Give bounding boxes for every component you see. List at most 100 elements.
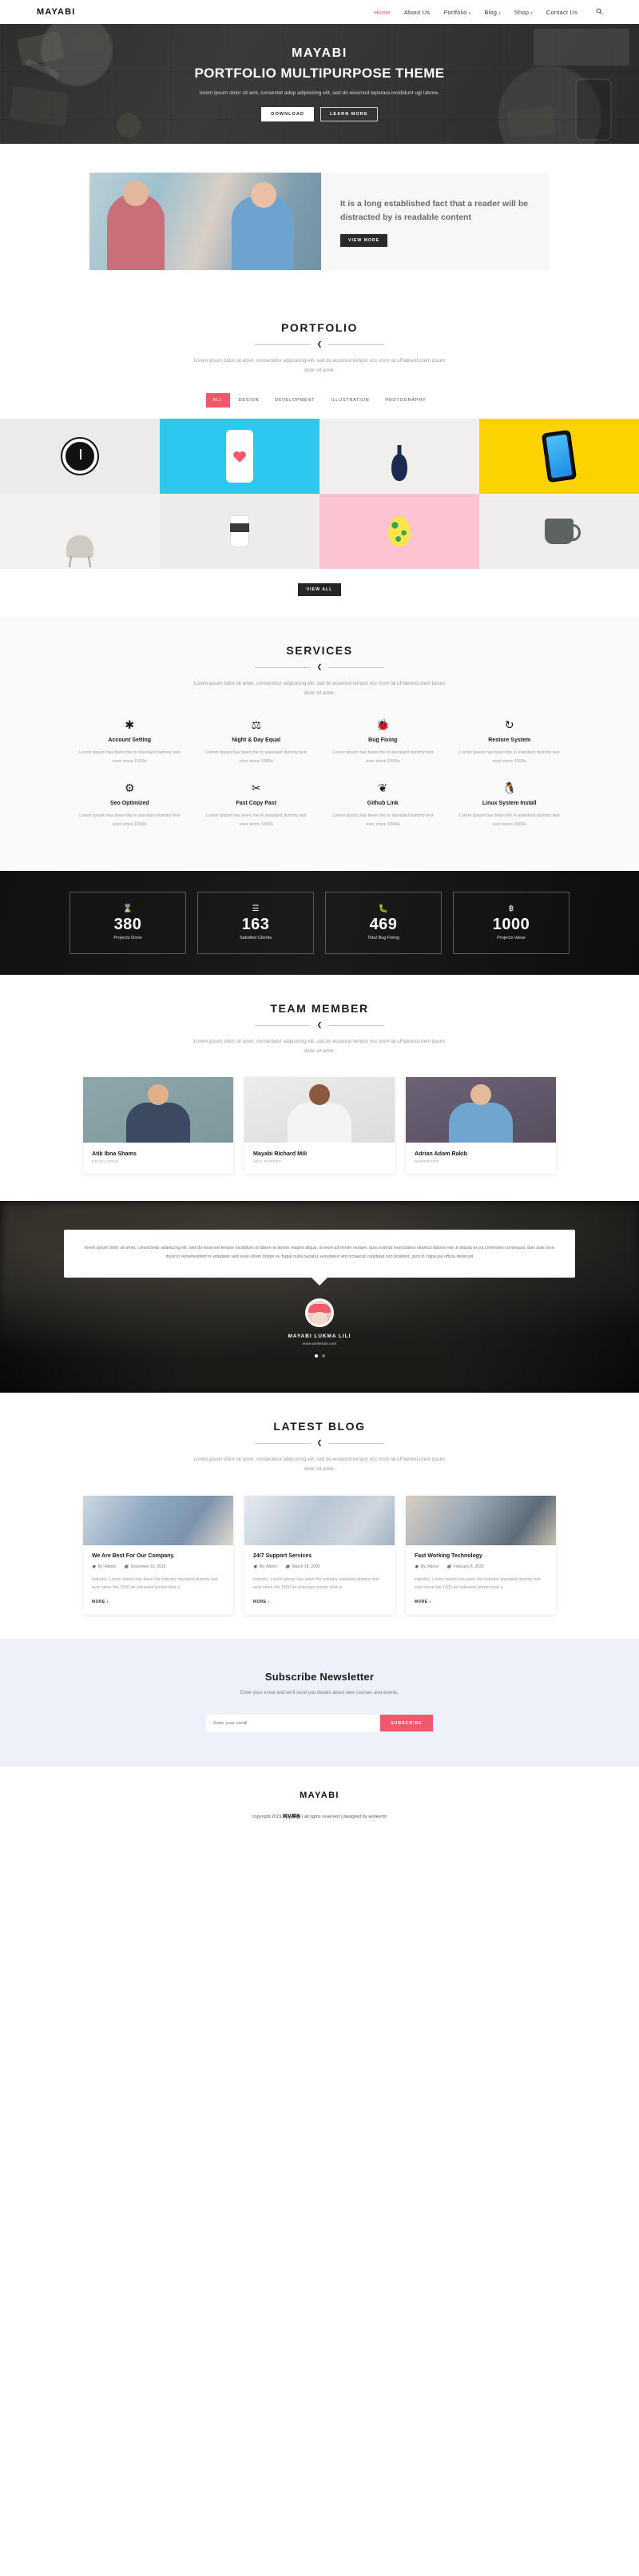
testimonial-section: lorem ipsum dolor sit amet, consectetur … (0, 1201, 639, 1393)
watch-icon (62, 439, 97, 475)
hero-title: MAYABI (292, 46, 347, 60)
newsletter-section: Subscribe Newsletter Enter your email an… (0, 1639, 639, 1767)
filter-illustration[interactable]: ILLUSTRATION (323, 393, 376, 407)
carousel-dot[interactable] (321, 1354, 325, 1358)
scissors-icon: ✂ (251, 781, 261, 795)
filter-photography[interactable]: PHOTOGRAPHY (378, 393, 433, 407)
view-all-button[interactable]: VIEW ALL (297, 583, 342, 597)
nav-item-portfolio[interactable]: Portfolio ▾ (443, 9, 470, 16)
learn-more-button[interactable]: LEARN MORE (320, 107, 378, 121)
testimonial-content: lorem ipsum dolor sit amet, consectetur … (0, 1230, 639, 1358)
counter-label: Projects Done (113, 936, 142, 940)
counter-projects-value: ฿ 1000 Projects Value (453, 892, 570, 954)
counter-value: 163 (241, 916, 270, 933)
testimonial-card: lorem ipsum dolor sit amet, consectetur … (64, 1230, 575, 1278)
subscribe-button[interactable]: SUBSCRIBE (380, 1715, 433, 1732)
blog-meta: ◉ By: Admin ▦ February 8, 2030 (415, 1564, 547, 1569)
blog-grid: We Are Best For Our Company. ◉ By: Admin … (0, 1495, 639, 1616)
counter-label: Projects Value (497, 936, 526, 940)
divider-line-left (254, 1024, 311, 1026)
view-more-button[interactable]: VIEW MORE (340, 233, 388, 247)
service-item-account-setting[interactable]: ✱ Account Setting Lorem Ipsum has been t… (72, 719, 188, 782)
blog-card[interactable]: We Are Best For Our Company. ◉ By: Admin … (83, 1495, 233, 1616)
team-header: TEAM MEMBER ❮ Lorem ipsum dolor sit amet… (0, 1002, 639, 1056)
service-item-linux-system-install[interactable]: 🐧 Linux System Install Lorem Ipsum has b… (452, 782, 568, 845)
about-card: It is a long established fact that a rea… (89, 173, 550, 270)
team-title: TEAM MEMBER (270, 1002, 369, 1015)
portfolio-item[interactable] (320, 494, 479, 570)
email-input[interactable] (206, 1715, 381, 1732)
blog-more-link[interactable]: MORE › (92, 1600, 224, 1604)
divider-line-left (254, 344, 311, 345)
portfolio-item[interactable] (479, 494, 639, 570)
about-section: It is a long established fact that a rea… (0, 144, 639, 297)
team-avatar (406, 1077, 556, 1143)
portfolio-viewall-wrap: VIEW ALL (0, 569, 639, 618)
hero-buttons: DOWNLOAD LEARN MORE (194, 107, 444, 121)
footer: MAYABI copyright 2019 网站模板 | all rights … (0, 1767, 639, 1847)
hourglass-icon: ⌛ (122, 904, 133, 913)
copyright-suffix: | all rights reserved | designed by work… (300, 1815, 387, 1820)
carousel-dots (0, 1354, 639, 1358)
newsletter-description: Enter your email and we'll send you deta… (240, 1691, 399, 1696)
filter-design[interactable]: DESIGN (232, 393, 267, 407)
carousel-dot[interactable] (314, 1354, 318, 1358)
service-item-night-day-equal[interactable]: ⚖ Night & Day Equal Lorem Ipsum has been… (199, 719, 315, 782)
newsletter-title: Subscribe Newsletter (264, 1671, 375, 1684)
team-member-name: Adrian Adam Rakib (415, 1150, 468, 1158)
blog-more-link[interactable]: MORE › (253, 1600, 386, 1604)
team-card[interactable]: Adrian Adam Rakib MARKETER (406, 1077, 556, 1175)
avatar-head (309, 1084, 330, 1106)
service-item-github-link[interactable]: ❦ Github Link Lorem Ipsum has been the i… (325, 782, 441, 845)
blog-more-link[interactable]: MORE › (415, 1600, 547, 1604)
calendar-icon: ▦ (285, 1564, 290, 1569)
brand-logo[interactable]: MAYABI (37, 7, 76, 17)
download-button[interactable]: DOWNLOAD (261, 107, 314, 121)
service-item-seo-optimized[interactable]: ⚙ Seo Optimized Lorem Ipsum has been the… (72, 782, 188, 845)
portfolio-description: Lorem ipsum dolor sit amet, consectetur … (193, 358, 446, 374)
nav-item-shop[interactable]: Shop ▾ (514, 9, 533, 16)
blog-post-title: 24/7 Support Services (253, 1552, 312, 1559)
blog-image (244, 1495, 395, 1545)
portfolio-item[interactable] (320, 419, 479, 495)
portfolio-header: PORTFOLIO ❮ Lorem ipsum dolor sit amet, … (0, 321, 639, 376)
filter-all[interactable]: ALL (205, 393, 230, 408)
balance-scale-icon: ⚖ (251, 718, 262, 732)
calendar-icon: ▦ (124, 1564, 129, 1569)
section-divider: ❮ (0, 664, 639, 670)
blog-card[interactable]: 24/7 Support Services ◉ By: Admin ▦ March … (244, 1495, 395, 1616)
team-info: Atik Ibna Shams DEVELOPER (83, 1143, 233, 1174)
portfolio-item[interactable] (160, 494, 320, 570)
service-item-restore-system[interactable]: ↻ Restore System Lorem Ipsum has been th… (452, 719, 568, 782)
nav-item-home[interactable]: Home (374, 9, 391, 16)
diamond-icon: ❮ (316, 1021, 323, 1028)
service-item-fast-copy-past[interactable]: ✂ Fast Copy Past Lorem Ipsum has been th… (199, 782, 315, 845)
gear-icon: ⚙ (124, 781, 135, 795)
team-avatar (244, 1077, 395, 1143)
about-image (89, 173, 321, 270)
portfolio-item[interactable] (0, 494, 160, 570)
user-icon: ◉ (92, 1564, 96, 1569)
portfolio-item[interactable] (160, 419, 320, 495)
portfolio-item[interactable] (479, 419, 639, 495)
team-card[interactable]: Mayabi Richard Mili SEO EXPERT (244, 1077, 395, 1175)
team-member-role: DEVELOPER (92, 1160, 119, 1165)
blog-card[interactable]: Fast Working Technology ◉ By: Admin ▦ Febr… (406, 1495, 556, 1616)
blog-date-label: March 18, 2000 (292, 1564, 320, 1569)
team-member-name: Atik Ibna Shams (92, 1150, 137, 1158)
portfolio-item[interactable] (0, 419, 160, 495)
search-icon[interactable] (596, 8, 602, 16)
team-card[interactable]: Atik Ibna Shams DEVELOPER (83, 1077, 233, 1175)
database-icon: ☰ (252, 904, 260, 913)
team-description: Lorem ipsum dolor sit amet, consectetur … (193, 1039, 446, 1055)
nav-item-about-us[interactable]: About Us (404, 9, 430, 16)
testimonial-url: www.workentm.com (302, 1342, 337, 1347)
blog-date: ▦ February 8, 2030 (447, 1564, 483, 1569)
diamond-icon: ❮ (316, 340, 323, 348)
service-item-bug-fixing[interactable]: 🐞 Bug Fixing Lorem Ipsum has been the in… (325, 719, 441, 782)
filter-development[interactable]: DEVELOPMENT (268, 393, 322, 407)
nav-item-contact-us[interactable]: Contact Us (546, 9, 577, 16)
chevron-down-icon: ▾ (498, 10, 501, 16)
nav-item-blog[interactable]: Blog ▾ (484, 9, 501, 16)
avatar-torso (126, 1103, 190, 1143)
